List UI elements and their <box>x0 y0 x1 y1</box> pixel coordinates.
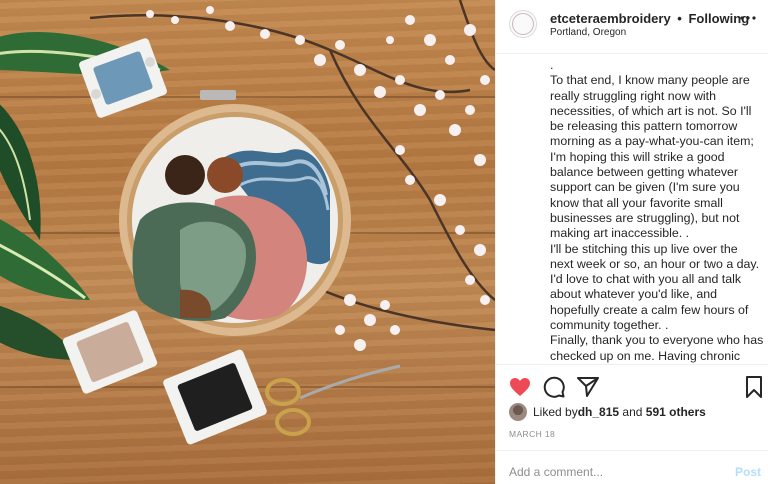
avatar-image <box>512 13 534 35</box>
caption-line: Finally, thank you to everyone who has c… <box>550 333 764 364</box>
likes-others-link[interactable]: 591 others <box>646 405 706 419</box>
likes-prefix: Liked by <box>533 405 578 419</box>
comment-input[interactable]: Add a comment... <box>509 465 603 479</box>
username-row: etceteraembroidery • Following <box>550 11 749 26</box>
post-sidebar: etceteraembroidery • Following Portland,… <box>495 0 768 484</box>
avatar[interactable] <box>509 10 537 38</box>
likes-summary: Liked by dh_815 and 591 others <box>509 402 706 422</box>
embroidery-hoop <box>119 90 351 336</box>
liker-avatar[interactable] <box>509 403 527 421</box>
comment-bar: Add a comment... Post <box>496 450 768 484</box>
post-actions <box>496 364 768 406</box>
username-link[interactable]: etceteraembroidery <box>550 11 671 26</box>
post-photo[interactable] <box>0 0 495 484</box>
post-header: etceteraembroidery • Following Portland,… <box>496 0 768 54</box>
separator-dot: • <box>677 11 682 26</box>
post-date[interactable]: MARCH 18 <box>509 429 555 439</box>
share-icon[interactable] <box>576 375 600 399</box>
post-caption: . To that end, I know many people are re… <box>550 58 764 364</box>
comment-icon[interactable] <box>542 375 566 399</box>
bookmark-icon[interactable] <box>742 375 766 399</box>
caption-line: To that end, I know many people are real… <box>550 73 754 241</box>
caption-line: . <box>550 58 554 72</box>
post-comment-button[interactable]: Post <box>735 465 761 479</box>
black-thread-card <box>163 349 267 445</box>
heart-icon[interactable] <box>508 375 532 399</box>
location-link[interactable]: Portland, Oregon <box>550 27 626 38</box>
scissors <box>265 364 401 436</box>
likes-middle: and <box>619 405 646 419</box>
more-options-icon[interactable] <box>739 9 757 30</box>
beige-thread-card <box>62 310 158 394</box>
photo-illustration <box>0 0 495 445</box>
caption-line: I'll be stitching this up live over the … <box>550 241 760 333</box>
liker-username[interactable]: dh_815 <box>578 405 619 419</box>
